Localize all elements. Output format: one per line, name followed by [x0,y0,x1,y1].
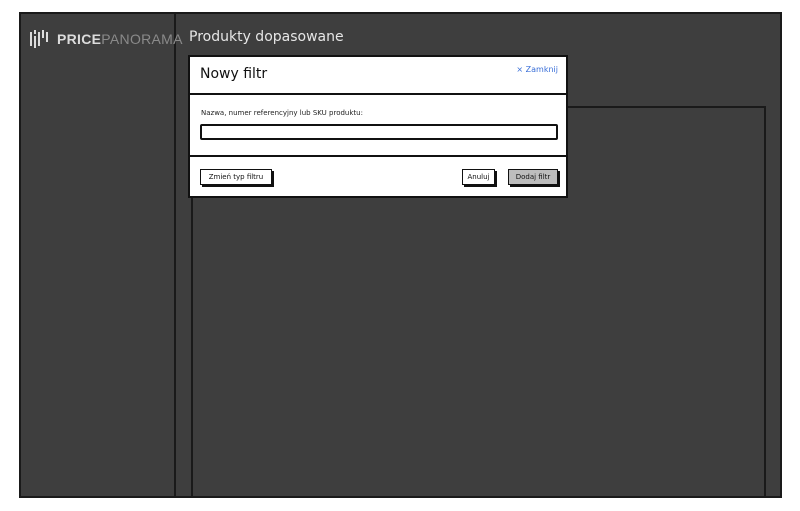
brand-name: PRICEPANORAMA [57,31,183,47]
page-title: Produkty dopasowane [189,29,344,45]
brand-name-light: PANORAMA [101,31,183,47]
close-button[interactable]: × Zamknij [516,65,558,74]
cancel-button[interactable]: Anuluj [462,169,495,185]
sidebar: PRICEPANORAMA [21,14,182,496]
product-search-input[interactable] [200,124,558,140]
dialog-divider [190,155,566,157]
brand-logo[interactable]: PRICEPANORAMA [29,30,183,48]
add-filter-button[interactable]: Dodaj filtr [508,169,558,185]
brand-name-strong: PRICE [57,31,102,47]
change-filter-type-button[interactable]: Zmień typ filtru [200,169,272,185]
dialog-header: Nowy filtr × Zamknij [190,57,566,95]
product-field-label: Nazwa, numer referencyjny lub SKU produk… [201,109,363,117]
new-filter-dialog: Nowy filtr × Zamknij Nazwa, numer refere… [188,55,568,198]
logo-bars-icon [30,30,48,48]
dialog-title: Nowy filtr [200,66,268,82]
